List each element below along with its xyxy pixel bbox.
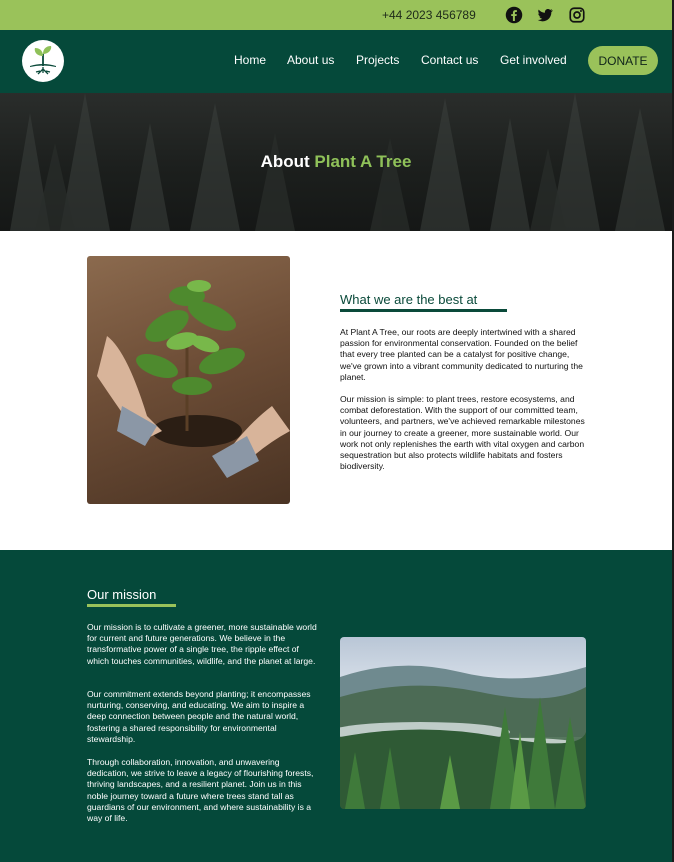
- about-paragraph: Our mission is simple: to plant trees, r…: [340, 394, 585, 472]
- main-navbar: [0, 30, 672, 93]
- twitter-icon[interactable]: [536, 6, 554, 24]
- plant-logo-icon[interactable]: [22, 40, 64, 82]
- instagram-icon[interactable]: [568, 6, 586, 24]
- page-title-accent: Plant A Tree: [314, 152, 412, 171]
- misty-forest-photo: [340, 637, 586, 809]
- about-heading: What we are the best at: [340, 292, 478, 307]
- about-paragraph: At Plant A Tree, our roots are deeply in…: [340, 327, 583, 382]
- nav-home[interactable]: Home: [234, 53, 266, 67]
- mission-paragraph: Our mission is to cultivate a greener, m…: [87, 622, 317, 666]
- nav-projects[interactable]: Projects: [356, 53, 399, 67]
- about-heading-underline: [340, 309, 507, 312]
- donate-button[interactable]: DONATE: [588, 46, 658, 75]
- mission-heading-underline: [87, 604, 176, 607]
- mission-paragraph: Through collaboration, innovation, and u…: [87, 757, 314, 824]
- page-title-prefix: About: [260, 152, 310, 171]
- page-title: About Plant A Tree: [0, 152, 672, 172]
- nav-about-us[interactable]: About us: [287, 53, 334, 67]
- nav-contact-us[interactable]: Contact us: [421, 53, 478, 67]
- facebook-icon[interactable]: [505, 6, 523, 24]
- nav-get-involved[interactable]: Get involved: [500, 53, 567, 67]
- phone-number[interactable]: +44 2023 456789: [382, 8, 476, 22]
- planting-tree-photo: [87, 256, 290, 504]
- mission-paragraph: Our commitment extends beyond planting; …: [87, 689, 311, 744]
- mission-heading: Our mission: [87, 587, 157, 602]
